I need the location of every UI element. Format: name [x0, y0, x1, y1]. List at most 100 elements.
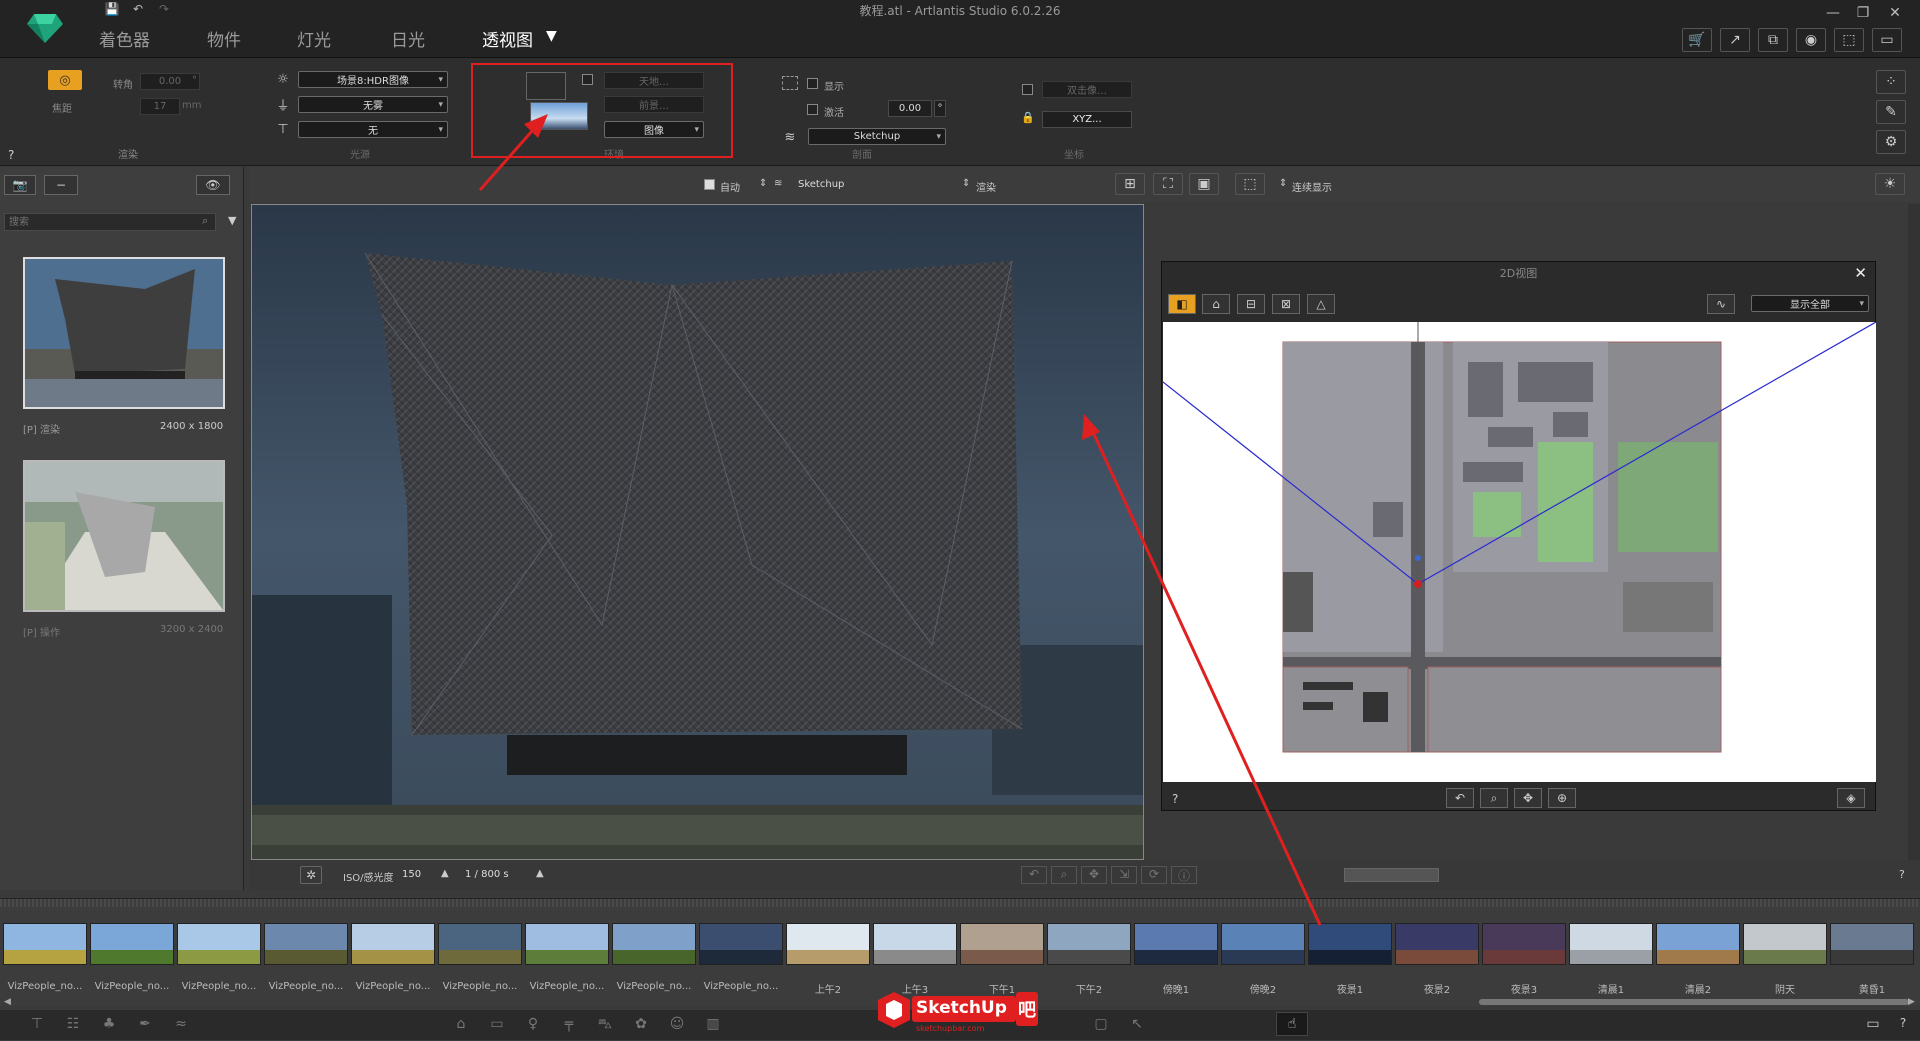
orbit-view-icon[interactable]: ⟳	[1141, 866, 1167, 884]
folder-icon[interactable]: ▢	[1090, 1016, 1112, 1034]
menu-perspectives[interactable]: 透视图	[482, 26, 533, 51]
car-icon[interactable]: ⛍	[594, 1016, 616, 1034]
render-updown-icon[interactable]: ⇕	[962, 178, 970, 189]
menu-shaders[interactable]: 着色器	[99, 26, 150, 51]
water-tool-icon[interactable]: ≈	[170, 1016, 192, 1034]
environment-thumb[interactable]	[786, 923, 870, 965]
plant-icon[interactable]: ✿	[630, 1016, 652, 1034]
texture-tool-icon[interactable]: ☷	[62, 1016, 84, 1034]
view-thumbnail-render[interactable]	[23, 257, 225, 409]
fit-icon[interactable]: ⛶	[1153, 173, 1183, 195]
coord-checkbox[interactable]	[1022, 84, 1033, 95]
environment-thumb[interactable]	[1395, 923, 1479, 965]
scroll-right-icon[interactable]: ▶	[1908, 997, 1915, 1007]
left-view-icon[interactable]: △	[1307, 294, 1335, 314]
show-all-select[interactable]: 显示全部	[1751, 295, 1869, 312]
iso-value[interactable]: 150	[402, 869, 421, 880]
pan-view-icon[interactable]: ✥	[1081, 866, 1107, 884]
environment-thumb[interactable]	[1656, 923, 1740, 965]
filter-dropdown-icon[interactable]: ▼	[228, 214, 236, 227]
people-icon[interactable]: ☺	[666, 1016, 688, 1034]
color-picker-icon[interactable]: ✎	[1876, 100, 1906, 124]
fog-select[interactable]: 无雾	[298, 96, 448, 113]
focal-field[interactable]: 17	[140, 98, 180, 115]
display-updown-icon[interactable]: ⇕	[1279, 178, 1287, 189]
search-input[interactable]	[4, 213, 216, 231]
view-thumbnail-operation[interactable]	[23, 460, 225, 612]
environment-thumb[interactable]	[3, 923, 87, 965]
camera-icon[interactable]: ◉	[1796, 28, 1826, 52]
table-icon[interactable]: ╤	[558, 1016, 580, 1034]
lamp-icon[interactable]: ♀	[522, 1016, 544, 1034]
environment-thumb[interactable]	[1830, 923, 1914, 965]
updown-icon[interactable]: ⇕	[759, 178, 767, 189]
environment-thumb[interactable]	[1569, 923, 1653, 965]
tv-icon[interactable]: ▭	[486, 1016, 508, 1034]
pan-2d-icon[interactable]: ✥	[1514, 788, 1542, 808]
restore-icon[interactable]: ❐	[1848, 2, 1878, 24]
environment-thumb[interactable]	[1308, 923, 1392, 965]
shader-tool-icon[interactable]: ⊤	[26, 1016, 48, 1034]
environment-thumb[interactable]	[960, 923, 1044, 965]
render-viewport[interactable]	[251, 204, 1144, 860]
shutter-value[interactable]: 1 / 800 s	[465, 869, 509, 880]
progress-slider[interactable]	[1344, 868, 1439, 882]
activate-checkbox[interactable]	[807, 104, 818, 115]
close-window-icon[interactable]: ✕	[1880, 2, 1910, 24]
environment-thumb[interactable]	[177, 923, 261, 965]
visibility-eye-icon[interactable]: 👁	[196, 175, 230, 195]
lock-icon[interactable]: 🔒	[1021, 110, 1035, 124]
brush-tool-icon[interactable]: ✒	[134, 1016, 156, 1034]
walk-view-icon[interactable]: ⇲	[1111, 866, 1137, 884]
building-icon[interactable]: ▥	[702, 1016, 724, 1034]
menu-dropdown-icon[interactable]: ▼	[546, 28, 557, 44]
frame-icon[interactable]: ⊞	[1115, 173, 1145, 195]
zoom-2d-icon[interactable]: ⌕	[1480, 788, 1508, 808]
environment-thumb[interactable]	[90, 923, 174, 965]
environment-thumb[interactable]	[525, 923, 609, 965]
safe-frame-icon[interactable]: ▣	[1189, 173, 1219, 195]
strip-grip[interactable]	[0, 899, 1920, 907]
console-icon[interactable]: ▭	[1872, 28, 1902, 52]
view-source-label[interactable]: Sketchup	[798, 179, 844, 190]
strip-scrollbar[interactable]	[1479, 999, 1909, 1005]
perspective-mode-icon[interactable]: ◎	[48, 70, 82, 90]
display-mode-label[interactable]: 连续显示	[1292, 179, 1332, 194]
render-mode-label[interactable]: 渲染	[976, 179, 996, 194]
region-icon[interactable]: ⬚	[1235, 173, 1265, 195]
shader-select[interactable]: 无	[298, 121, 448, 138]
environment-thumb[interactable]	[1482, 923, 1566, 965]
environment-thumb[interactable]	[1221, 923, 1305, 965]
section-value-field[interactable]: 0.00	[888, 100, 932, 117]
environment-thumb[interactable]	[1134, 923, 1218, 965]
vertical-scrollbar[interactable]	[1908, 204, 1920, 860]
environment-thumb[interactable]	[438, 923, 522, 965]
info-icon[interactable]: ⓘ	[1171, 866, 1197, 884]
settings-gear-icon[interactable]: ⚙	[1876, 130, 1906, 154]
auto-checkbox[interactable]	[704, 179, 715, 190]
grid-tools-icon[interactable]: ⁘	[1876, 70, 1906, 94]
coord-field[interactable]: 双击像…	[1042, 81, 1132, 98]
top-view-icon[interactable]: ⌂	[1202, 294, 1230, 314]
plan-view-canvas[interactable]	[1163, 322, 1876, 782]
sofa-icon[interactable]: ⌂	[450, 1016, 472, 1034]
environment-thumb[interactable]	[264, 923, 348, 965]
show-checkbox[interactable]	[807, 78, 818, 89]
heliodon-select[interactable]: 场景8:HDR图像	[298, 71, 448, 88]
tilt-field[interactable]: 0.00	[140, 73, 200, 90]
front-view-icon[interactable]: ⊟	[1237, 294, 1265, 314]
windows-icon[interactable]: ⧉	[1758, 28, 1788, 52]
minimize-icon[interactable]: —	[1818, 2, 1848, 24]
help-icon[interactable]: ?	[8, 148, 14, 162]
undo-2d-icon[interactable]: ↶	[1446, 788, 1474, 808]
add-camera-icon[interactable]: 📷	[4, 175, 36, 195]
curve-icon[interactable]: ∿	[1707, 294, 1735, 314]
navigate-2d-icon[interactable]: ◈	[1837, 788, 1865, 808]
environment-thumb[interactable]	[612, 923, 696, 965]
light-toggle-icon[interactable]: ☀	[1875, 173, 1905, 195]
pointer-icon[interactable]: ↖	[1126, 1016, 1148, 1034]
export-icon[interactable]: ↗	[1720, 28, 1750, 52]
close-2d-icon[interactable]: ✕	[1854, 264, 1867, 282]
hand-tool-icon[interactable]: ☝	[1276, 1012, 1308, 1036]
zoom-view-icon[interactable]: ⌕	[1051, 866, 1077, 884]
